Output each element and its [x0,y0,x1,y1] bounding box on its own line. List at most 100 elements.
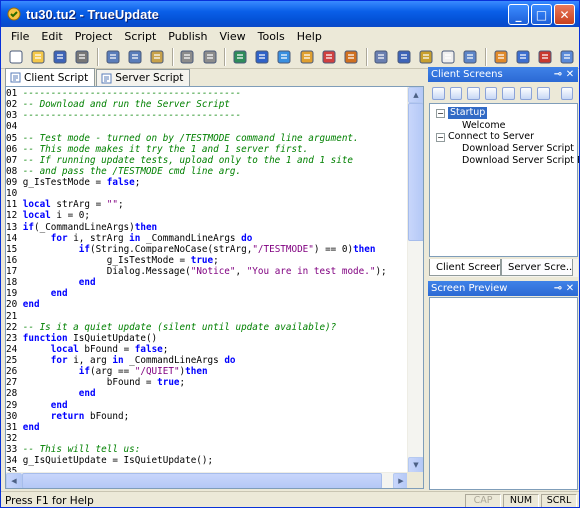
help-button[interactable] [512,46,533,68]
code-line[interactable]: 28 end [6,388,409,399]
tab-server-script[interactable]: Server Script [96,69,191,86]
save-button[interactable] [50,46,71,68]
vertical-scroll-thumb[interactable] [408,103,423,241]
document-button[interactable] [438,46,459,68]
code-line[interactable]: 31 end [6,422,409,433]
scroll-down-button[interactable]: ▼ [408,457,423,473]
code-line[interactable]: 01 -------------------------------------… [6,88,409,99]
code-line[interactable]: 02 -- Download and run the Server Script [6,99,409,110]
code-line[interactable]: 23 function IsQuietUpdate() [6,333,409,344]
add-screen-icon[interactable] [449,86,462,100]
pin-icon[interactable]: ⊸ [552,282,564,294]
menu-tools[interactable]: Tools [252,30,291,43]
tree-item-startup[interactable]: Startup [448,107,488,119]
code-line[interactable]: 27 bFound = true; [6,377,409,388]
checklist-button[interactable] [296,46,317,68]
scroll-up-button[interactable]: ▲ [408,87,423,103]
wand-button[interactable] [415,46,436,68]
code-line[interactable]: 12 local i = 0; [6,210,409,221]
menu-script[interactable]: Script [118,30,162,43]
menu-project[interactable]: Project [69,30,119,43]
cut-button[interactable] [102,46,123,68]
publish-button[interactable] [274,46,295,68]
code-line[interactable]: 33 -- This will tell us: [6,444,409,455]
scroll-left-button[interactable]: ◀ [6,473,22,488]
code-line[interactable]: 04 [6,121,409,132]
pin-icon[interactable]: ⊸ [552,68,564,80]
code-line[interactable]: 29 end [6,400,409,411]
code-line[interactable]: 13 if(_CommandLineArgs)then [6,222,409,233]
menu-view[interactable]: View [214,30,252,43]
code-line[interactable]: 07 -- If running update tests, upload on… [6,155,409,166]
horizontal-scrollbar[interactable]: ◀ ▶ [6,472,409,488]
code-line[interactable]: 06 -- This mode makes it try the 1 and 1… [6,144,409,155]
code-line[interactable]: 20 end [6,299,409,310]
edit-screen-icon[interactable] [484,86,497,100]
properties-button[interactable] [557,46,578,68]
code-line[interactable]: 03 -------------------------------------… [6,110,409,121]
close-button[interactable]: ✕ [554,4,575,25]
copy-screen-icon[interactable] [560,86,573,100]
code-line[interactable]: 09 g_IsTestMode = false; [6,177,409,188]
arrow-button[interactable] [490,46,511,68]
menu-file[interactable]: File [5,30,35,43]
code-line[interactable]: 26 if(arg == "/QUIET")then [6,366,409,377]
copy-button[interactable] [124,46,145,68]
list-dropdown-button[interactable] [460,46,481,68]
tree-item-download[interactable]: Download Server Script [462,143,574,155]
info-button[interactable] [535,46,556,68]
collapse-icon[interactable]: − [436,109,445,118]
new-file-button[interactable] [5,46,26,68]
code-line[interactable]: 14 for i, strArg in _CommandLineArgs do [6,233,409,244]
build-button[interactable] [229,46,250,68]
tree-item-download-failed[interactable]: Download Server Script Failed [462,155,579,167]
menu-help[interactable]: Help [291,30,328,43]
tree-item-connect[interactable]: Connect to Server [448,131,534,143]
undo-button[interactable] [177,46,198,68]
menu-edit[interactable]: Edit [35,30,68,43]
preview-button[interactable] [371,46,392,68]
code-line[interactable]: 34 g_IsQuietUpdate = IsQuietUpdate(); [6,455,409,466]
script-editor[interactable]: 01 -------------------------------------… [5,86,424,489]
menu-publish[interactable]: Publish [162,30,213,43]
code-line[interactable]: 17 Dialog.Message("Notice", "You are in … [6,266,409,277]
delete-screen-icon[interactable] [502,86,515,100]
code-line[interactable]: 10 [6,188,409,199]
code-line[interactable]: 21 [6,311,409,322]
vertical-scrollbar[interactable]: ▲ ▼ [407,87,423,473]
code-line[interactable]: 08 -- and pass the /TESTMODE cmd line ar… [6,166,409,177]
collapse-icon[interactable]: − [436,133,445,142]
code-line[interactable]: 32 [6,433,409,444]
settings-button[interactable] [318,46,339,68]
code-line[interactable]: 25 for i, arg in _CommandLineArgs do [6,355,409,366]
tab-server-screens[interactable]: Server Scre... [501,259,573,276]
code-line[interactable]: 24 local bFound = false; [6,344,409,355]
code-area[interactable]: 01 -------------------------------------… [6,87,409,473]
close-icon[interactable]: ✕ [564,68,576,80]
code-line[interactable]: 18 end [6,277,409,288]
code-line[interactable]: 15 if(String.CompareNoCase(strArg,"/TEST… [6,244,409,255]
code-line[interactable]: 30 return bFound; [6,411,409,422]
close-icon[interactable]: ✕ [564,282,576,294]
screen-properties-icon[interactable] [432,86,445,100]
horizontal-scroll-thumb[interactable] [22,473,382,488]
print-button[interactable] [72,46,93,68]
script-button[interactable] [393,46,414,68]
code-line[interactable]: 11 local strArg = ""; [6,199,409,210]
components-button[interactable] [252,46,273,68]
upload-button[interactable] [341,46,362,68]
code-line[interactable]: 19 end [6,288,409,299]
tab-client-script[interactable]: Client Script [5,68,96,86]
open-folder-button[interactable] [27,46,48,68]
screen-preview-icon[interactable] [467,86,480,100]
move-down-icon[interactable] [537,86,550,100]
tab-client-screens[interactable]: Client Screens [429,259,501,276]
redo-button[interactable] [199,46,220,68]
minimize-button[interactable]: _ [508,4,529,25]
paste-button[interactable] [147,46,168,68]
screens-tree[interactable]: − Startup Welcome − Connect to Server Do… [429,103,579,257]
maximize-button[interactable]: □ [531,4,552,25]
move-up-icon[interactable] [519,86,532,100]
code-line[interactable]: 22 -- Is it a quiet update (silent until… [6,322,409,333]
code-line[interactable]: 16 g_IsTestMode = true; [6,255,409,266]
